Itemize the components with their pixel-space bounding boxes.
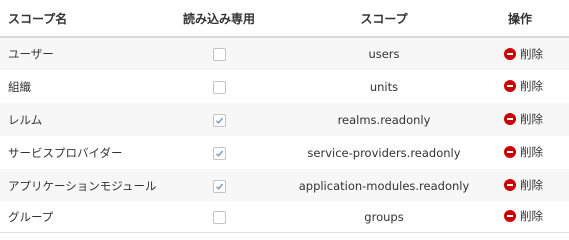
scope-name-cell: グループ <box>8 209 54 224</box>
actions-cell: 削除 <box>500 103 569 136</box>
check-icon <box>215 183 223 190</box>
delete-label: 削除 <box>520 79 543 93</box>
readonly-checkbox-checked[interactable] <box>212 146 226 160</box>
scope-name-cell: 組織 <box>8 79 31 94</box>
minus-circle-icon <box>504 47 516 60</box>
table-row: ユーザー users 削除 <box>0 37 569 70</box>
delete-button[interactable]: 削除 <box>504 111 543 127</box>
scope-name-cell: ユーザー <box>8 47 54 61</box>
column-header-scope: スコープ <box>268 0 500 38</box>
delete-button[interactable]: 削除 <box>504 78 543 94</box>
column-header-readonly: 読み込み専用 <box>170 0 268 38</box>
scope-value-cell: realms.readonly <box>337 112 431 127</box>
table-row: レルム realms.readonly 削除 <box>0 103 569 136</box>
readonly-cell <box>170 202 268 232</box>
scope-name-cell: アプリケーションモジュール <box>8 178 157 193</box>
minus-circle-icon <box>504 210 516 223</box>
delete-label: 削除 <box>520 178 543 192</box>
minus-circle-icon <box>504 146 516 158</box>
actions-cell: 削除 <box>500 70 569 103</box>
minus-circle-icon <box>504 179 516 191</box>
delete-button[interactable]: 削除 <box>504 46 543 62</box>
scope-value-cell: application-modules.readonly <box>298 178 470 193</box>
table-header-row: スコープ名 読み込み専用 スコープ 操作 <box>0 0 569 38</box>
scope-value-cell: service-providers.readonly <box>307 145 461 160</box>
delete-button[interactable]: 削除 <box>504 144 543 160</box>
delete-button[interactable]: 削除 <box>504 208 543 224</box>
actions-cell: 削除 <box>500 136 569 169</box>
column-header-scope-name: スコープ名 <box>0 0 170 38</box>
check-icon <box>215 117 223 124</box>
check-icon <box>215 150 223 157</box>
actions-cell: 削除 <box>500 169 569 202</box>
scope-name-cell: レルム <box>8 112 43 127</box>
readonly-cell <box>170 103 268 136</box>
delete-label: 削除 <box>520 145 543 159</box>
delete-button[interactable]: 削除 <box>504 177 543 193</box>
delete-label: 削除 <box>520 46 543 61</box>
table-row: アプリケーションモジュール application-modules.readonl… <box>0 169 569 202</box>
scope-value-cell: groups <box>364 209 404 224</box>
actions-cell: 削除 <box>500 37 569 70</box>
readonly-checkbox-checked[interactable] <box>212 113 226 127</box>
table-body: ユーザー users 削除 組織 units 削除 レルム realms.readonly 削除… <box>0 37 569 232</box>
readonly-checkbox[interactable] <box>212 80 226 94</box>
table-row: 組織 units 削除 <box>0 70 569 103</box>
minus-circle-icon <box>504 113 516 125</box>
delete-label: 削除 <box>520 112 543 126</box>
readonly-checkbox[interactable] <box>212 48 226 61</box>
actions-cell: 削除 <box>500 202 569 232</box>
readonly-checkbox-checked[interactable] <box>212 179 226 193</box>
readonly-cell <box>170 136 268 169</box>
scope-value-cell: users <box>368 47 400 61</box>
minus-circle-icon <box>504 80 516 92</box>
scope-value-cell: units <box>369 79 399 94</box>
table-row: グループ groups 削除 <box>0 202 569 232</box>
scopes-table: スコープ名 読み込み専用 スコープ 操作 ユーザー users 削除 組織 units 削… <box>0 0 569 233</box>
delete-label: 削除 <box>520 209 543 224</box>
readonly-cell <box>170 37 268 70</box>
readonly-checkbox[interactable] <box>212 210 226 224</box>
readonly-cell <box>170 169 268 202</box>
column-header-actions: 操作 <box>500 0 569 38</box>
scope-name-cell: サービスプロバイダー <box>8 145 123 160</box>
readonly-cell <box>170 70 268 103</box>
table-row: サービスプロバイダー service-providers.readonly 削除 <box>0 136 569 169</box>
